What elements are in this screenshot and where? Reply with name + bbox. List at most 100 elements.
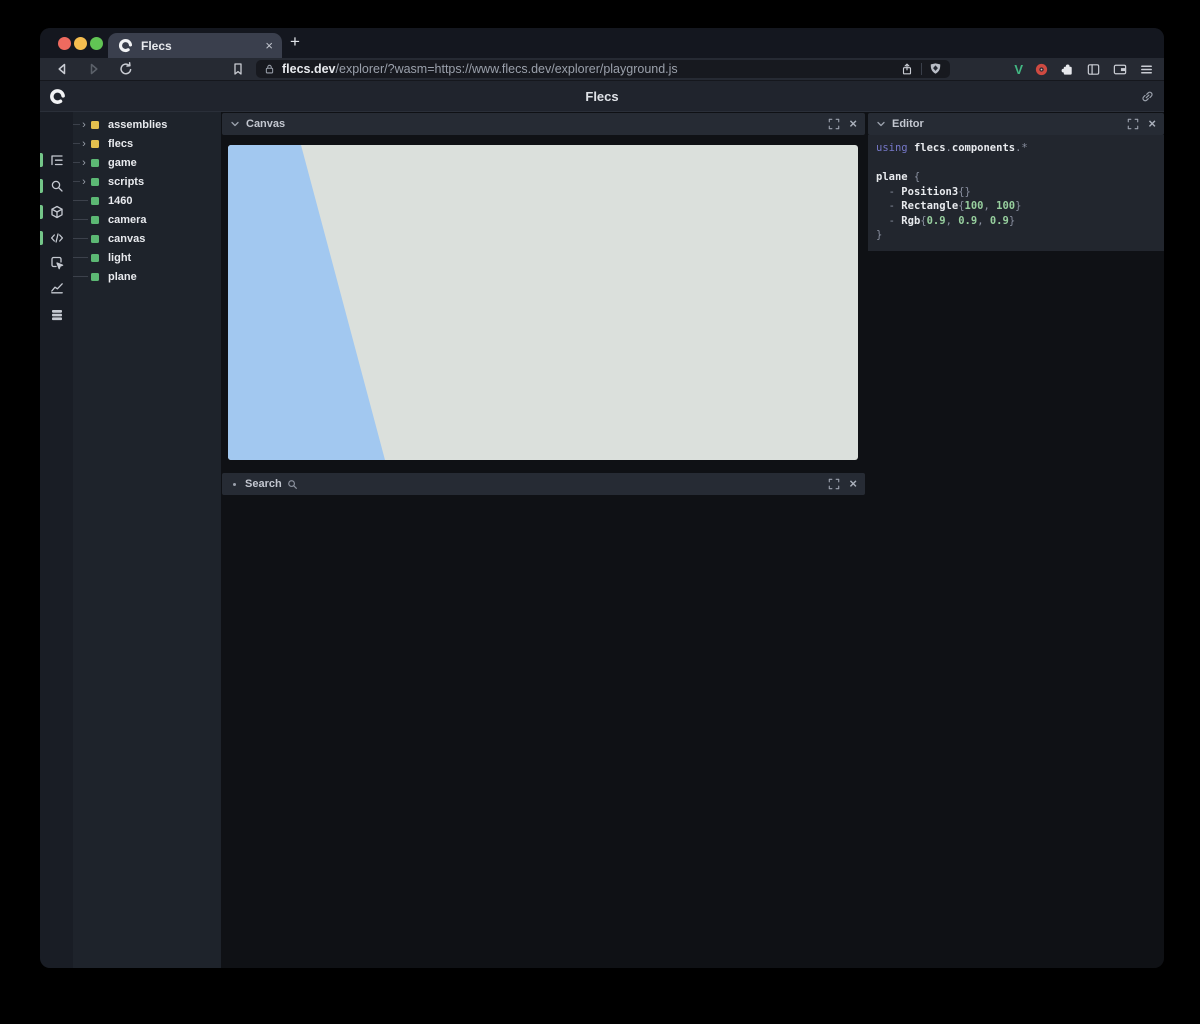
menu-icon[interactable] bbox=[1139, 62, 1154, 77]
tree-item-light[interactable]: light bbox=[73, 248, 221, 267]
collapsed-indicator-icon[interactable] bbox=[233, 483, 236, 486]
tree-item-flecs[interactable]: › flecs bbox=[73, 134, 221, 153]
flecs-favicon-icon bbox=[118, 38, 133, 53]
expand-chevron-icon[interactable]: › bbox=[80, 139, 88, 149]
active-indicator bbox=[40, 179, 43, 193]
brave-shield-icon[interactable] bbox=[929, 62, 942, 76]
code-line: - Rectangle{100, 100} bbox=[876, 199, 1156, 214]
tree-guide-line bbox=[73, 276, 88, 277]
sidebar-item-tree[interactable] bbox=[40, 148, 73, 172]
tree-item-1460[interactable]: 1460 bbox=[73, 191, 221, 210]
tree-item-assemblies[interactable]: ›assemblies bbox=[73, 115, 221, 134]
tree-item-plane[interactable]: plane bbox=[73, 267, 221, 286]
url-domain: flecs.dev bbox=[282, 62, 336, 76]
code-line: plane { bbox=[876, 170, 1156, 185]
app-body: ›assemblies›flecs›game›scripts1460camera… bbox=[40, 112, 1164, 968]
entity-kind-square bbox=[91, 254, 99, 262]
tree-item-label: scripts bbox=[108, 176, 144, 188]
canvas-panel-header[interactable]: Canvas × bbox=[222, 113, 865, 135]
sidebar-item-script[interactable] bbox=[40, 226, 73, 250]
tree-item-canvas[interactable]: canvas bbox=[73, 229, 221, 248]
tree-item-label: camera bbox=[108, 214, 147, 226]
new-tab-button[interactable]: + bbox=[290, 32, 300, 52]
chevron-down-icon[interactable] bbox=[876, 119, 886, 129]
active-indicator bbox=[40, 205, 43, 219]
close-icon[interactable]: × bbox=[849, 118, 857, 130]
zoom-window-button[interactable] bbox=[90, 37, 103, 50]
browser-tab[interactable]: Flecs × bbox=[108, 33, 282, 58]
flecs-logo-icon[interactable] bbox=[49, 88, 66, 105]
expand-chevron-icon[interactable]: › bbox=[80, 177, 88, 187]
share-icon[interactable] bbox=[900, 62, 914, 76]
tree-icon bbox=[49, 152, 65, 168]
sidebar-item-stats[interactable] bbox=[40, 276, 73, 300]
back-icon[interactable] bbox=[54, 61, 70, 77]
tab-close-icon[interactable]: × bbox=[265, 39, 273, 52]
cube-icon bbox=[49, 204, 65, 220]
fullscreen-icon[interactable] bbox=[828, 478, 840, 490]
vue-devtools-icon[interactable]: V bbox=[1014, 62, 1023, 77]
stats-chart-icon bbox=[49, 280, 65, 296]
url-bar[interactable]: flecs.dev/explorer/?wasm=https://www.fle… bbox=[256, 60, 950, 78]
editor-panel-header[interactable]: Editor × bbox=[868, 113, 1164, 135]
left-icon-strip bbox=[40, 112, 73, 968]
url-text: flecs.dev/explorer/?wasm=https://www.fle… bbox=[282, 62, 900, 76]
tree-guide-line bbox=[73, 143, 80, 144]
app-header: Flecs bbox=[40, 81, 1164, 112]
wallet-icon[interactable] bbox=[1112, 62, 1128, 77]
entity-kind-square bbox=[91, 121, 99, 129]
chevron-down-icon[interactable] bbox=[230, 119, 240, 129]
lock-icon bbox=[264, 63, 275, 75]
canvas-viewport-wrap bbox=[228, 145, 858, 460]
expand-chevron-icon[interactable]: › bbox=[80, 158, 88, 168]
search-label: Search bbox=[245, 478, 282, 490]
main-content: Canvas × Search bbox=[221, 112, 1164, 968]
active-indicator bbox=[40, 231, 43, 245]
search-icon bbox=[49, 178, 65, 194]
close-icon[interactable]: × bbox=[849, 478, 857, 490]
navigation-bar: flecs.dev/explorer/?wasm=https://www.fle… bbox=[40, 58, 1164, 81]
expand-chevron-icon[interactable]: › bbox=[80, 120, 88, 130]
sidebar-item-inspect[interactable] bbox=[40, 251, 73, 275]
sidebar-item-entities[interactable] bbox=[40, 200, 73, 224]
sidebar-item-query[interactable] bbox=[40, 174, 73, 198]
reload-icon[interactable] bbox=[118, 61, 134, 77]
divider bbox=[921, 63, 922, 75]
url-path: /explorer/?wasm=https://www.flecs.dev/ex… bbox=[336, 62, 678, 76]
close-window-button[interactable] bbox=[58, 37, 71, 50]
active-indicator bbox=[40, 153, 43, 167]
magnifier-icon bbox=[287, 479, 298, 490]
tree-guide-line bbox=[73, 219, 88, 220]
entity-kind-square bbox=[91, 235, 99, 243]
page-title: Flecs bbox=[40, 89, 1164, 104]
fullscreen-icon[interactable] bbox=[828, 118, 840, 130]
sidebar-item-tables[interactable] bbox=[40, 303, 73, 327]
entity-kind-square bbox=[91, 273, 99, 281]
editor-code[interactable]: using flecs.components.* plane { - Posit… bbox=[868, 135, 1164, 251]
entity-kind-square bbox=[91, 140, 99, 148]
tree-item-label: 1460 bbox=[108, 195, 132, 207]
entity-tree: ›assemblies›flecs›game›scripts1460camera… bbox=[73, 112, 221, 968]
code-line: using flecs.components.* bbox=[876, 141, 1156, 156]
sidebar-toggle-icon[interactable] bbox=[1086, 62, 1101, 77]
tree-item-camera[interactable]: camera bbox=[73, 210, 221, 229]
tree-item-label: light bbox=[108, 252, 131, 264]
share-link-icon[interactable] bbox=[1140, 89, 1155, 104]
tree-guide-line bbox=[73, 162, 80, 163]
canvas-viewport[interactable] bbox=[228, 145, 858, 460]
tree-item-label: flecs bbox=[108, 138, 133, 150]
tree-item-scripts[interactable]: › scripts bbox=[73, 172, 221, 191]
adblock-extension-icon[interactable] bbox=[1034, 62, 1049, 77]
tree-item-label: game bbox=[108, 157, 137, 169]
fullscreen-icon[interactable] bbox=[1127, 118, 1139, 130]
tree-item-game[interactable]: › game bbox=[73, 153, 221, 172]
tab-title: Flecs bbox=[141, 39, 265, 53]
tree-item-label: canvas bbox=[108, 233, 145, 245]
tree-guide-line bbox=[73, 124, 80, 125]
extensions-puzzle-icon[interactable] bbox=[1060, 62, 1075, 77]
minimize-window-button[interactable] bbox=[74, 37, 87, 50]
bookmark-icon[interactable] bbox=[230, 61, 246, 77]
close-icon[interactable]: × bbox=[1148, 118, 1156, 130]
forward-icon[interactable] bbox=[86, 61, 102, 77]
search-panel-header[interactable]: Search × bbox=[222, 473, 865, 495]
